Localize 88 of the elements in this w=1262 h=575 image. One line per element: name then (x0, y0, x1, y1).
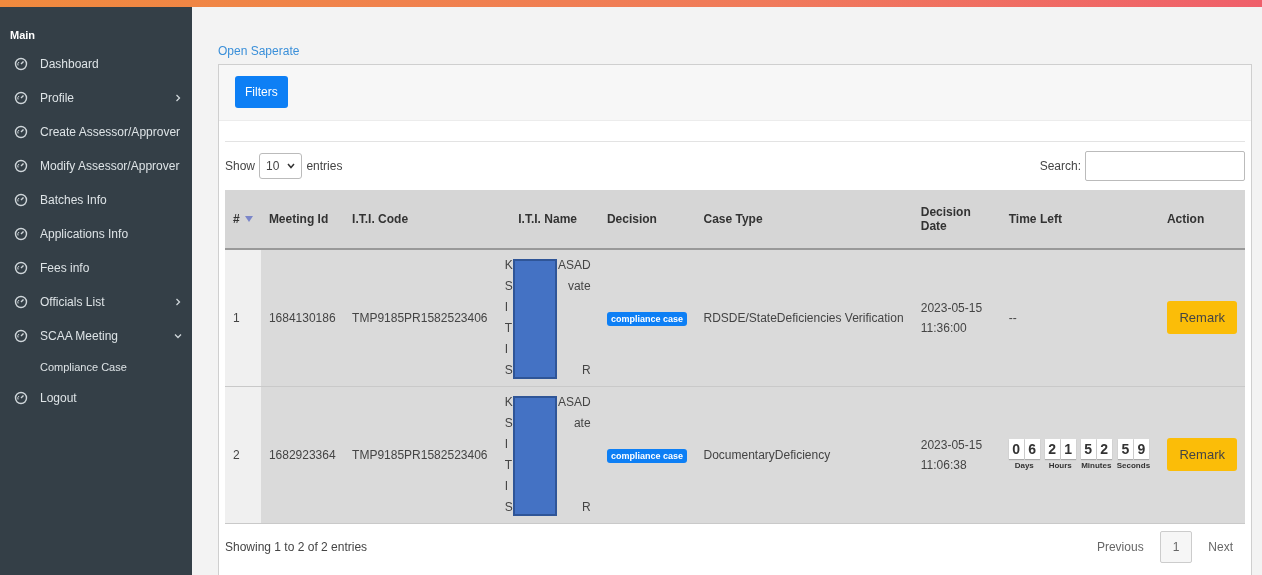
entries-info: Showing 1 to 2 of 2 entries (225, 539, 368, 554)
sidebar-item[interactable]: Officials List (40, 295, 162, 309)
gauge-icon (14, 193, 28, 207)
countdown-label: Seconds (1116, 461, 1151, 470)
filters-button[interactable]: Filters (235, 76, 288, 108)
countdown-label: Minutes (1081, 461, 1112, 470)
name-fragment: R (581, 361, 591, 379)
gauge-icon (14, 91, 28, 105)
name-fragment: I (504, 435, 508, 453)
sidebar-item[interactable]: SCAA Meeting (40, 329, 162, 343)
table-cell: TMP9185PR1582523406 (344, 386, 497, 523)
gauge-icon (14, 329, 28, 343)
table-cell: 2023-05-15 11:06:38 (912, 386, 1001, 523)
table-cell: 2 (225, 386, 261, 523)
countdown-digit: 5 (1117, 439, 1133, 459)
search-field[interactable] (1085, 151, 1245, 181)
caret-icon (287, 163, 296, 169)
sidebar-item[interactable]: Logout (40, 391, 182, 405)
sidebar-subitem[interactable]: Compliance Case (0, 353, 192, 381)
page-button[interactable]: 1 (1159, 530, 1193, 563)
table-cell: 1682923364 (260, 386, 345, 523)
name-fragment: K (504, 393, 513, 411)
name-fragment: T (504, 456, 512, 474)
gauge-icon (14, 57, 28, 71)
countdown-label: Hours (1048, 461, 1072, 470)
name-fragment: ASAD (557, 393, 591, 411)
gauge-icon (14, 159, 28, 173)
sidebar-item[interactable]: Fees info (40, 261, 182, 275)
countdown-digit: 1 (1060, 439, 1076, 459)
countdown-label: Days (1014, 461, 1034, 470)
column-header[interactable]: Case Type (695, 190, 913, 249)
decision-badge: compliance case (606, 448, 687, 463)
search-label: Search: (1039, 159, 1081, 173)
sidebar-heading: Main (9, 29, 37, 43)
name-fragment: K (504, 256, 513, 274)
gauge-icon (14, 391, 28, 405)
name-fragment: S (504, 498, 513, 516)
countdown-digit: 6 (1024, 439, 1040, 459)
next-button[interactable]: Next (1196, 531, 1245, 562)
time-left-text: -- (1008, 310, 1017, 325)
name-fragment: I (504, 477, 508, 495)
decision-badge: compliance case (606, 311, 687, 326)
entries-select[interactable]: 10 (259, 153, 303, 179)
column-header[interactable]: Action (1158, 190, 1245, 249)
name-fragment: T (504, 319, 512, 337)
sort-icon (244, 216, 253, 222)
table-cell: 1684130186 (260, 249, 345, 386)
column-header[interactable]: Meeting Id (260, 190, 345, 249)
remark-button[interactable]: Remark (1167, 438, 1237, 471)
previous-button[interactable]: Previous (1084, 531, 1156, 562)
name-fragment: I (504, 340, 508, 358)
name-fragment: S (504, 277, 513, 295)
sidebar-item[interactable]: Dashboard (40, 57, 182, 71)
column-header[interactable]: Decision Date (912, 190, 1001, 249)
countdown-digit: 5 (1080, 439, 1096, 459)
remark-button[interactable]: Remark (1167, 301, 1237, 335)
name-fragment: S (504, 414, 513, 432)
name-fragment: ASAD (557, 256, 591, 274)
name-fragment: vate (567, 277, 591, 295)
gauge-icon (14, 261, 28, 275)
table-cell: DocumentaryDeficiency (695, 386, 913, 523)
show-label: Show (225, 159, 256, 173)
sidebar-item[interactable]: Create Assessor/Approver (40, 125, 182, 139)
countdown-digit: 2 (1044, 439, 1060, 459)
table-cell: 1 (225, 249, 261, 386)
table-cell: 2023-05-15 11:36:00 (912, 249, 1001, 386)
sidebar-item[interactable]: Applications Info (40, 227, 182, 241)
sidebar-item[interactable]: Modify Assessor/Approver (40, 159, 182, 173)
column-header[interactable]: Decision (598, 190, 696, 249)
entries-label: entries (306, 159, 343, 173)
table-cell: RDSDE/StateDeficiencies Verification (695, 249, 913, 386)
column-header[interactable]: # (225, 190, 261, 249)
column-header[interactable]: I.T.I. Name (496, 190, 599, 249)
column-header[interactable]: Time Left (1000, 190, 1159, 249)
name-fragment: R (581, 498, 591, 516)
countdown-digit: 2 (1096, 439, 1112, 459)
gauge-icon (14, 125, 28, 139)
table-cell: TMP9185PR1582523406 (344, 249, 497, 386)
countdown-digit: 0 (1008, 439, 1024, 459)
name-fragment: ate (573, 414, 591, 432)
name-fragment: I (504, 298, 508, 316)
sidebar-item[interactable]: Profile (40, 91, 162, 105)
name-fragment: S (504, 361, 513, 379)
countdown-digit: 9 (1133, 439, 1149, 459)
gauge-icon (14, 227, 28, 241)
column-header[interactable]: I.T.I. Code (344, 190, 497, 249)
sidebar-item[interactable]: Batches Info (40, 193, 182, 207)
gauge-icon (14, 295, 28, 309)
